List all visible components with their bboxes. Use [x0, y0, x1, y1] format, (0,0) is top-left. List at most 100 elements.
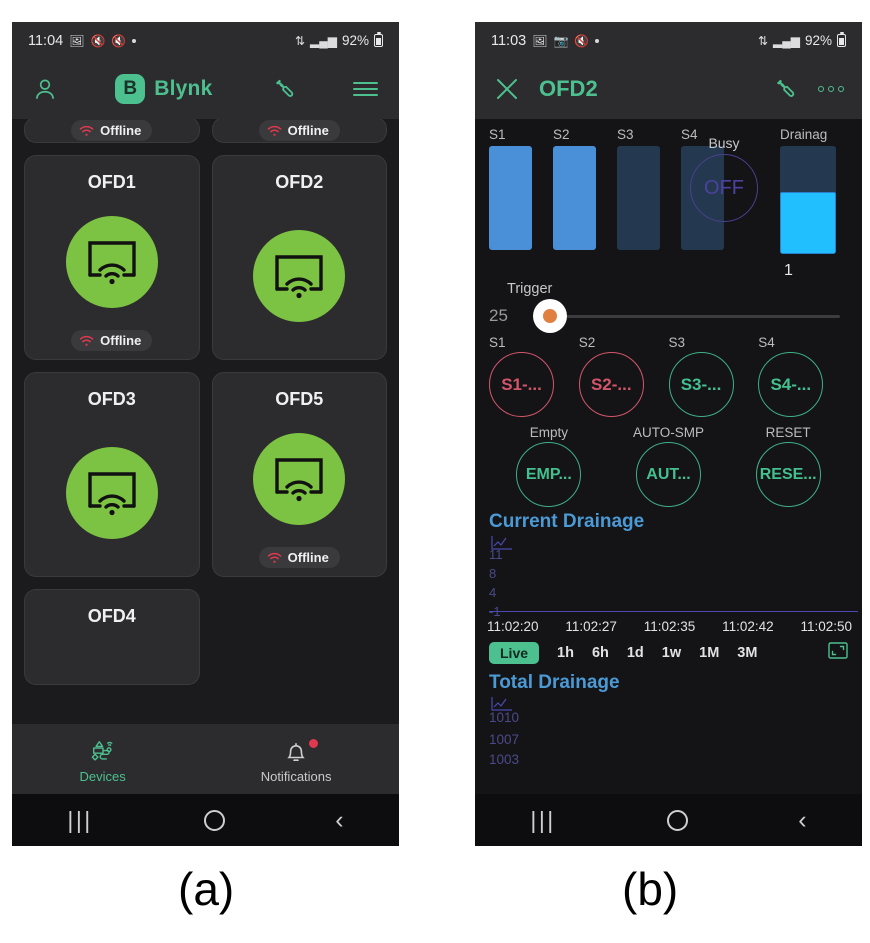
device-card-ofd4[interactable]: OFD4	[24, 589, 200, 685]
status-badge-label: Offline	[287, 550, 329, 565]
busy-toggle[interactable]: OFF	[690, 154, 758, 222]
nav-item-notifications[interactable]: Notifications	[261, 738, 332, 784]
gauge-bar	[553, 146, 596, 250]
action-button-cell-reset: RESET RESE...	[728, 425, 848, 507]
drainage-value: 1	[784, 262, 793, 279]
battery-percent: 92%	[804, 33, 832, 48]
slider-knob[interactable]	[533, 299, 567, 333]
recents-button[interactable]: |||	[530, 807, 555, 834]
device-icon-wrap	[65, 193, 158, 330]
range-option-1d[interactable]: 1d	[627, 645, 644, 661]
back-chevron-icon[interactable]: ‹	[335, 806, 343, 835]
range-option-6h[interactable]: 6h	[592, 645, 609, 661]
devices-grid: Offline Offline OFD1 Offline OFD2 OFD3 O…	[24, 119, 387, 685]
device-name: OFD5	[275, 389, 324, 409]
signal-icon: ▂▄▆	[310, 33, 337, 48]
device-icon-wrap	[65, 410, 158, 576]
brand-logo: B Blynk	[115, 74, 212, 104]
trigger-slider[interactable]	[527, 299, 848, 333]
device-name: OFD3	[87, 389, 136, 409]
drainage-fill	[780, 192, 836, 254]
sensor-button-label: S3	[668, 335, 686, 350]
data-transfer-icon: ⇅	[757, 33, 768, 48]
wrench-icon[interactable]	[270, 77, 295, 102]
chart-plot-area[interactable]: 1010 1007 1003	[489, 694, 862, 767]
sensor-button-label: S2	[578, 335, 596, 350]
y-tick: 4	[489, 585, 497, 600]
chart-title: Total Drainage	[489, 672, 620, 693]
mute-icon: 🔇	[90, 33, 106, 48]
sensor-button-cell-s1: S1 S1-...	[489, 335, 579, 417]
trigger-label: Trigger	[507, 281, 553, 297]
grid-empty-cell	[212, 589, 388, 685]
y-tick: 1007	[489, 732, 520, 747]
mute-icon: 🔇	[574, 33, 590, 48]
drainage-label: Drainag	[780, 127, 828, 142]
device-card-ofd2[interactable]: OFD2	[211, 155, 387, 360]
sensor-buttons-row: S1 S1-... S2 S2-... S3 S3-... S4 S4-...	[475, 333, 862, 417]
image-icon: 🖼	[69, 33, 85, 48]
recents-button[interactable]: |||	[67, 807, 92, 834]
range-option-1m[interactable]: 1M	[699, 645, 719, 661]
device-name: OFD1	[87, 172, 136, 192]
sensor-button-cell-s2: S2 S2-...	[578, 335, 669, 417]
device-card-ofd5[interactable]: OFD5 Offline	[211, 372, 387, 577]
dashboard-title: OFD2	[539, 76, 598, 101]
range-option-live[interactable]: Live	[489, 642, 540, 664]
expand-icon[interactable]	[828, 642, 848, 664]
device-card-ofd3[interactable]: OFD3	[24, 372, 200, 577]
hamburger-icon[interactable]	[352, 78, 379, 100]
mute-icon: 🔇	[111, 33, 127, 48]
status-badge: Offline	[258, 547, 340, 568]
device-icon-wrap	[253, 410, 346, 547]
notification-badge-dot	[308, 738, 318, 748]
trigger-slider-row: 25	[489, 299, 848, 333]
sensor-button-s3[interactable]: S3-...	[668, 352, 734, 417]
status-badge: Offline	[71, 120, 153, 141]
system-nav-b: ||| ‹	[475, 794, 862, 846]
y-tick: 1003	[489, 752, 520, 767]
wrench-icon[interactable]	[771, 77, 796, 102]
sensor-button-s4[interactable]: S4-...	[758, 352, 824, 417]
x-tick: 11:02:35	[643, 619, 696, 634]
device-card[interactable]: Offline	[211, 119, 387, 143]
screenshot-icon: 📷	[553, 33, 569, 48]
x-tick: 11:02:42	[722, 619, 774, 634]
device-card-ofd1[interactable]: OFD1 Offline	[24, 155, 200, 360]
back-chevron-icon[interactable]: ‹	[798, 806, 806, 835]
action-button-cell-empty: Empty EMP...	[489, 425, 609, 507]
gauge-label: S2	[553, 127, 570, 142]
gauge-bar	[617, 146, 660, 250]
chart-total-drainage: Total Drainage 1010 1007 1003	[475, 668, 862, 767]
sensor-button-s2[interactable]: S2-...	[578, 352, 644, 417]
chart-plot-area[interactable]: 11 8 4 -1	[489, 533, 862, 619]
close-x-icon[interactable]	[493, 75, 521, 103]
slider-track	[541, 314, 840, 318]
person-icon[interactable]	[32, 76, 58, 102]
range-option-1w[interactable]: 1w	[662, 645, 681, 661]
nav-item-devices[interactable]: Devices	[79, 739, 126, 784]
devices-list[interactable]: Offline Offline OFD1 Offline OFD2 OFD3 O…	[12, 119, 399, 724]
trigger-value: 25	[489, 306, 508, 325]
action-button-reset[interactable]: RESE...	[755, 442, 821, 507]
status-bar-a: 11:04 🖼 🔇 🔇 ⇅ ▂▄▆ 92%	[12, 22, 399, 59]
chart-data-line	[489, 611, 858, 612]
drainage-tube	[780, 146, 836, 254]
home-circle-icon[interactable]	[203, 809, 225, 831]
device-card[interactable]: Offline	[24, 119, 200, 143]
y-tick: 8	[489, 566, 497, 581]
action-button-empty[interactable]: EMP...	[516, 442, 582, 507]
home-circle-icon[interactable]	[666, 809, 688, 831]
status-badge: Offline	[71, 330, 153, 351]
three-dots-icon[interactable]	[818, 86, 844, 92]
action-button-label: Empty	[529, 425, 568, 440]
device-name: OFD4	[87, 606, 136, 626]
device-wifi-icon	[253, 432, 346, 525]
chart-current-drainage: Current Drainage 11 8 4 -1 11:02:20 11:0…	[475, 507, 862, 634]
range-option-1h[interactable]: 1h	[557, 645, 574, 661]
brand-name: Blynk	[154, 77, 213, 100]
sensor-button-s1[interactable]: S1-...	[489, 352, 554, 417]
action-button-auto-smp[interactable]: AUT...	[636, 442, 701, 507]
battery-percent: 92%	[341, 33, 369, 48]
range-option-3m[interactable]: 3M	[737, 645, 757, 661]
